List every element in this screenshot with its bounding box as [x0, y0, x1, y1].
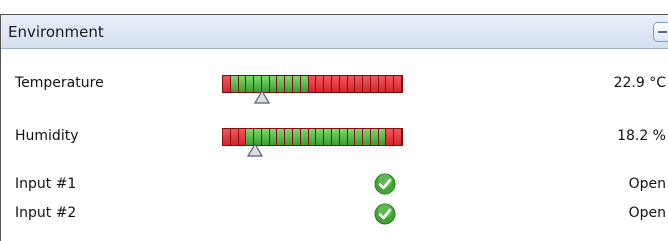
gauge-segment — [347, 76, 356, 92]
input-1-label: Input #1 — [15, 176, 77, 192]
environment-panel: Environment Temperature 22.9 °C Humidity… — [0, 14, 668, 241]
gauge-segment — [363, 129, 371, 145]
humidity-label: Humidity — [15, 128, 79, 144]
minus-icon — [658, 31, 667, 33]
panel-title: Environment — [8, 23, 104, 41]
input-2-status: Open — [628, 205, 666, 221]
gauge-segment — [300, 76, 309, 92]
input-2-label: Input #2 — [15, 205, 77, 221]
check-icon — [374, 173, 396, 195]
humidity-marker-icon — [246, 143, 263, 157]
gauge-segment — [355, 129, 364, 145]
gauge-segment — [324, 76, 332, 92]
temperature-label: Temperature — [15, 75, 104, 91]
gauge-segment — [378, 76, 387, 92]
gauge-segment — [355, 76, 364, 92]
gauge-segment — [308, 76, 317, 92]
gauge-segment — [293, 76, 301, 92]
gauge-segment — [331, 76, 340, 92]
check-icon — [374, 203, 396, 225]
gauge-segment — [285, 76, 294, 92]
panel-header[interactable]: Environment — [1, 15, 668, 49]
gauge-segment — [238, 76, 247, 92]
gauge-segment — [378, 129, 387, 145]
gauge-segment — [339, 129, 348, 145]
humidity-value: 18.2 % — [617, 128, 666, 144]
gauge-segment — [238, 129, 247, 145]
gauge-segment — [300, 129, 309, 145]
gauge-segment — [230, 129, 239, 145]
gauge-segment — [269, 129, 278, 145]
gauge-segment — [394, 76, 402, 92]
gauge-segment — [324, 129, 332, 145]
gauge-segment — [223, 129, 231, 145]
gauge-segment — [370, 129, 379, 145]
gauge-segment — [331, 129, 340, 145]
gauge-segment — [277, 129, 286, 145]
collapse-button[interactable] — [653, 22, 668, 42]
gauge-segment — [269, 76, 278, 92]
gauge-segment — [293, 129, 301, 145]
gauge-segment — [277, 76, 286, 92]
gauge-segment — [261, 129, 270, 145]
gauge-segment — [386, 76, 395, 92]
temperature-marker-icon — [253, 90, 270, 104]
gauge-segment — [285, 129, 294, 145]
gauge-segment — [339, 76, 348, 92]
gauge-segments — [223, 76, 402, 92]
gauge-segment — [394, 129, 402, 145]
gauge-segment — [316, 76, 325, 92]
gauge-segment — [370, 76, 379, 92]
gauge-segment — [316, 129, 325, 145]
gauge-segment — [230, 76, 239, 92]
gauge-segment — [223, 76, 231, 92]
gauge-segment — [347, 129, 356, 145]
temperature-gauge — [222, 75, 403, 93]
input-1-status: Open — [628, 176, 666, 192]
temperature-value: 22.9 °C — [613, 75, 666, 91]
gauge-segment — [363, 76, 371, 92]
gauge-segment — [308, 129, 317, 145]
gauge-segment — [386, 129, 395, 145]
